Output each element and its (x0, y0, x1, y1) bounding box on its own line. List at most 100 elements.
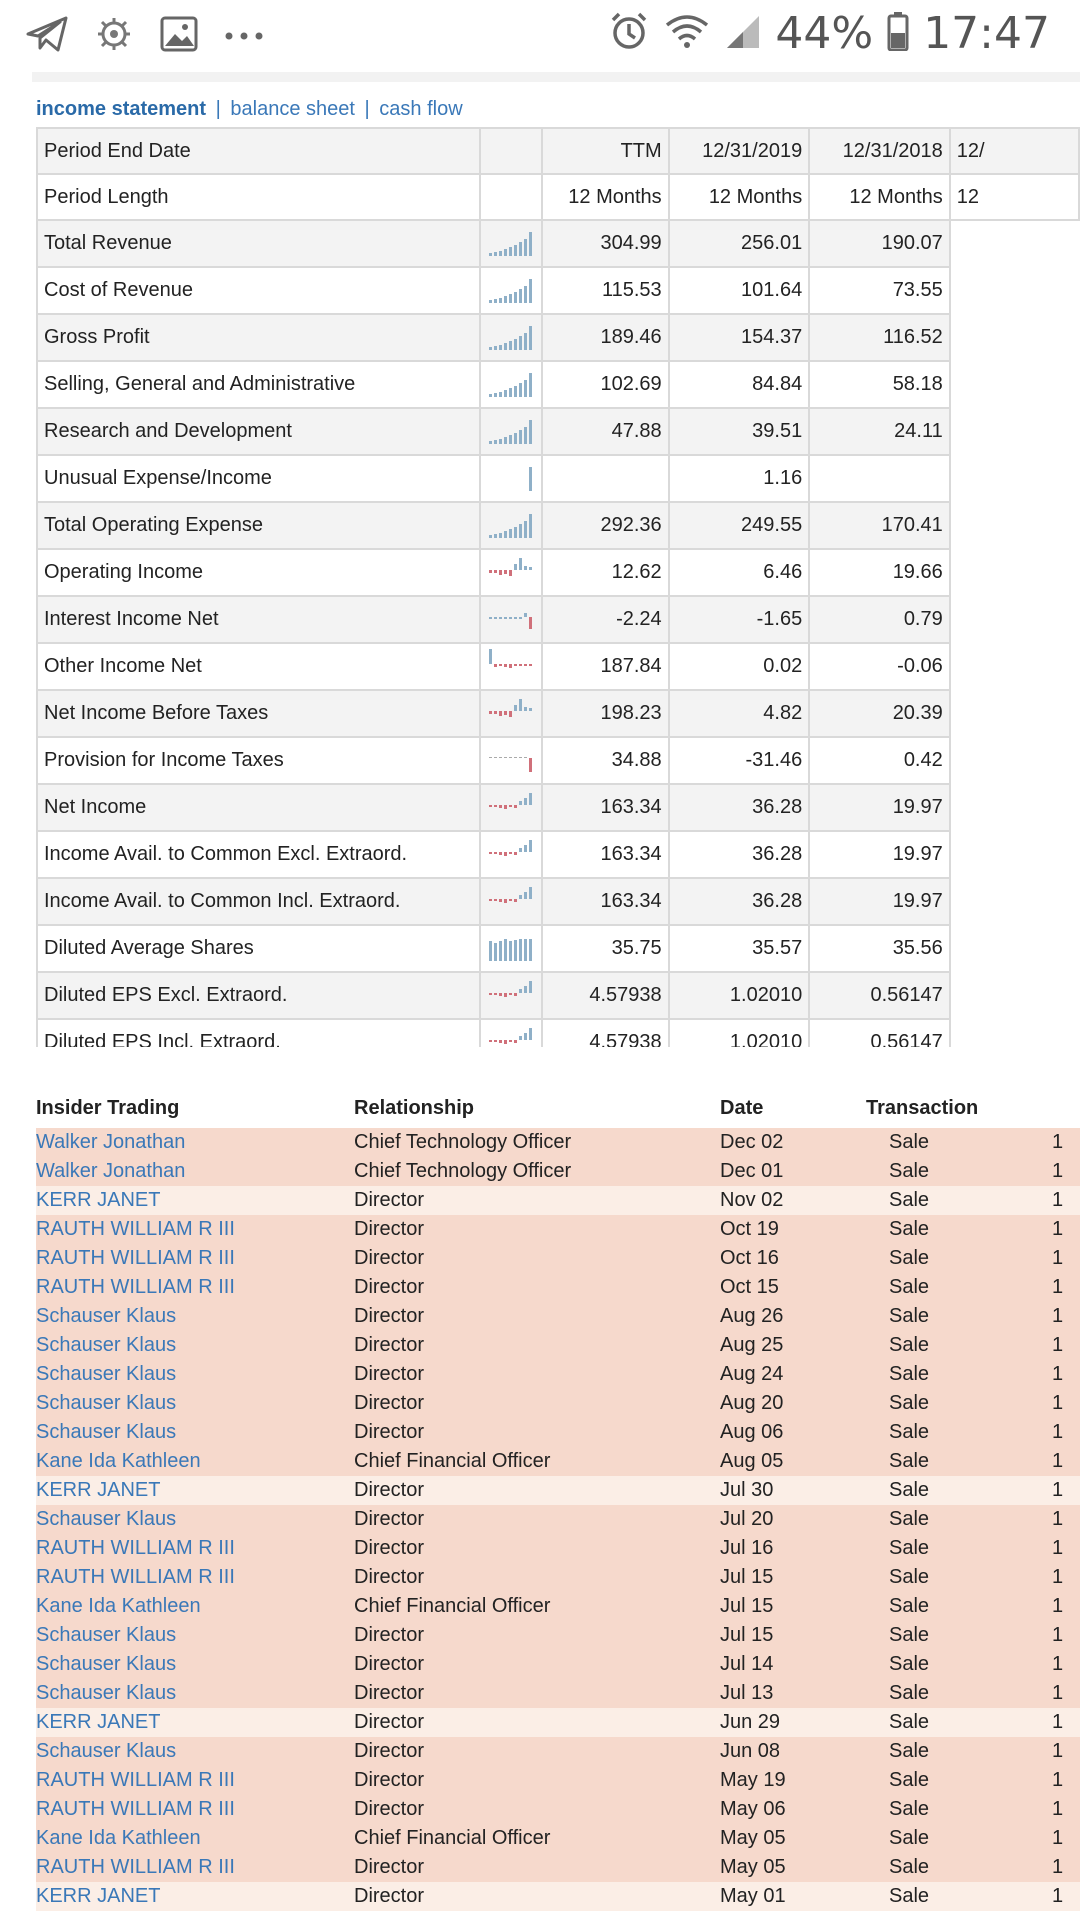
value-ttm: 189.46 (540, 313, 670, 362)
row-label: Net Income (36, 783, 482, 832)
insider-name-link[interactable]: RAUTH WILLIAM R III (36, 1566, 235, 1589)
insider-name-link[interactable]: KERR JANET (36, 1885, 160, 1908)
value-ttm: 163.34 (540, 783, 670, 832)
insider-name-link[interactable]: Schauser Klaus (36, 1363, 176, 1386)
insider-name-link[interactable]: KERR JANET (36, 1711, 160, 1734)
tab-income-statement[interactable]: income statement (36, 98, 206, 120)
value-2018: 19.66 (808, 548, 951, 597)
value-2019: 4.82 (667, 689, 811, 738)
spark-bar (514, 663, 518, 666)
spark-bar (494, 533, 498, 538)
value-2018: 190.07 (808, 219, 951, 268)
blank-cell (949, 878, 1079, 925)
income-row: Diluted Average Shares 35.75 35.57 35.56 (36, 924, 1079, 973)
insider-date: Aug 06 (720, 1421, 784, 1443)
sparkline-cell (479, 407, 543, 456)
spark-bar (489, 898, 493, 901)
insider-name-link[interactable]: Schauser Klaus (36, 1682, 176, 1705)
insider-name-link[interactable]: Schauser Klaus (36, 1305, 176, 1328)
income-row: Selling, General and Administrative 102.6… (36, 360, 1079, 409)
spark-bar (504, 436, 508, 444)
blank-cell (949, 925, 1079, 972)
insider-name-link[interactable]: Schauser Klaus (36, 1392, 176, 1415)
value-2019: 6.46 (667, 548, 811, 597)
value-ttm: 47.88 (540, 407, 670, 456)
insider-transaction: Sale (888, 1856, 930, 1878)
spark-bar (509, 616, 513, 619)
insider-relationship: Director (354, 1218, 425, 1240)
sparkline-cell (479, 454, 543, 503)
insider-name-link[interactable]: Schauser Klaus (36, 1624, 176, 1647)
insider-date: Aug 20 (720, 1392, 784, 1414)
spark-bar (489, 393, 493, 397)
insider-cost: 1 (1052, 1392, 1064, 1414)
income-row: Diluted EPS Excl. Extraord. 4.57938 1.0201… (36, 971, 1079, 1020)
spark-bar (519, 1035, 523, 1040)
spark-bar (509, 246, 513, 256)
value-2019: 84.84 (667, 360, 811, 409)
insider-name-link[interactable]: RAUTH WILLIAM R III (36, 1537, 235, 1560)
insider-name-link[interactable]: RAUTH WILLIAM R III (36, 1798, 235, 1821)
value-2019: 36.28 (667, 783, 811, 832)
insider-name-link[interactable]: Schauser Klaus (36, 1740, 176, 1763)
spark-bar (494, 392, 498, 397)
row-label: Provision for Income Taxes (36, 736, 482, 785)
insider-name-link[interactable]: Kane Ida Kathleen (36, 1450, 201, 1473)
sparkline-chart (489, 513, 533, 538)
spark-bar (499, 992, 503, 996)
insider-cost: 1 (1052, 1218, 1064, 1240)
spark-bar (529, 757, 533, 772)
tab-balance-sheet[interactable]: balance sheet (230, 98, 355, 120)
income-row: Provision for Income Taxes 34.88 -31.46 0.4… (36, 736, 1079, 785)
insider-date: Aug 26 (720, 1305, 784, 1327)
insider-name-link[interactable]: RAUTH WILLIAM R III (36, 1247, 235, 1270)
insider-name-link[interactable]: Kane Ida Kathleen (36, 1827, 201, 1850)
insider-name-link[interactable]: Walker Jonathan (36, 1131, 185, 1154)
insider-name-link[interactable]: RAUTH WILLIAM R III (36, 1276, 235, 1299)
value-2018: 116.52 (808, 313, 951, 362)
insider-date: Aug 24 (720, 1363, 784, 1385)
insider-name-link[interactable]: RAUTH WILLIAM R III (36, 1769, 235, 1792)
insider-cost: 1 (1052, 1508, 1064, 1530)
value-2018: 0.79 (808, 595, 951, 644)
value-ttm (540, 454, 670, 503)
insider-date: Jun 08 (720, 1740, 781, 1762)
insider-name-link[interactable]: Walker Jonathan (36, 1160, 185, 1183)
sparkline-cell (479, 360, 543, 409)
value-2019: 101.64 (667, 266, 811, 315)
value-ttm: 12.62 (540, 548, 670, 597)
spark-bar (514, 526, 518, 538)
spark-bar (529, 886, 533, 899)
spark-bar (514, 851, 518, 855)
insider-cost: 1 (1052, 1363, 1064, 1385)
col-header: 12/31/2018 (808, 127, 951, 175)
spark-bar (519, 938, 523, 961)
spark-bar (499, 663, 503, 666)
insider-row: Schauser Klaus Director Aug 20 Sale 1 (36, 1389, 1080, 1418)
blank-cell (949, 972, 1079, 1019)
insider-transaction: Sale (888, 1421, 930, 1443)
insider-name-link[interactable]: KERR JANET (36, 1479, 160, 1502)
signal-icon (725, 12, 761, 55)
spark-bar (524, 1032, 528, 1040)
value-ttm: 4.57938 (540, 971, 670, 1020)
insider-transaction: Sale (888, 1769, 930, 1791)
value-2019: 36.28 (667, 830, 811, 879)
insider-name-link[interactable]: Kane Ida Kathleen (36, 1595, 201, 1618)
spark-bar (504, 295, 508, 303)
insider-name-link[interactable]: Schauser Klaus (36, 1421, 176, 1444)
insider-name-link[interactable]: Schauser Klaus (36, 1508, 176, 1531)
more-icon[interactable] (224, 28, 264, 46)
row-label: Diluted EPS Incl. Extraord. (36, 1018, 482, 1047)
insider-name-link[interactable]: Schauser Klaus (36, 1653, 176, 1676)
tab-cash-flow[interactable]: cash flow (379, 98, 462, 120)
income-row: Net Income 163.34 36.28 19.97 (36, 783, 1079, 832)
insider-transaction: Sale (888, 1363, 930, 1385)
value-2019: 35.57 (667, 924, 811, 973)
insider-name-link[interactable]: KERR JANET (36, 1189, 160, 1212)
spark-bar (524, 238, 528, 256)
insider-name-link[interactable]: RAUTH WILLIAM R III (36, 1218, 235, 1241)
insider-name-link[interactable]: Schauser Klaus (36, 1334, 176, 1357)
insider-row: RAUTH WILLIAM R III Director May 05 Sale 1 (36, 1853, 1080, 1882)
insider-name-link[interactable]: RAUTH WILLIAM R III (36, 1856, 235, 1879)
